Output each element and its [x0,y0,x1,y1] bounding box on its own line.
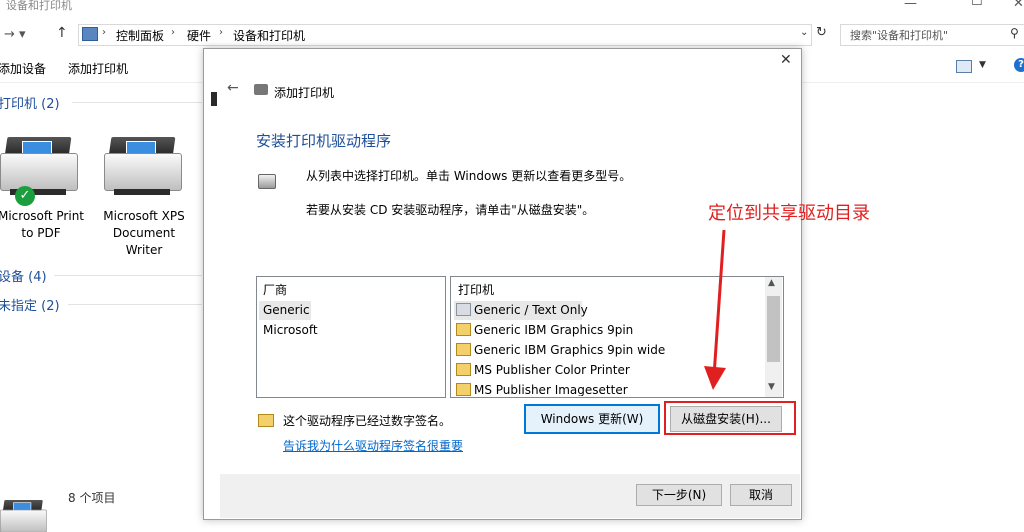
cancel-button[interactable]: 取消 [730,484,792,506]
divider [54,275,202,276]
maximize-icon[interactable]: ☐ [971,0,983,9]
list-item[interactable]: MS Publisher Color Printer [456,363,630,377]
windows-update-button[interactable]: Windows 更新(W) [524,404,660,434]
dialog-title: 添加打印机 [274,86,335,100]
window-title: 设备和打印机 [6,0,72,12]
divider [68,304,202,305]
minimize-icon[interactable]: — [904,0,917,11]
manufacturer-header: 厂商 [263,283,288,297]
signed-status-text: 这个驱动程序已经过数字签名。 [283,414,452,428]
breadcrumb-separator: › [219,27,223,38]
annotation-highlight-box [664,401,796,435]
list-item[interactable]: Generic [263,303,310,317]
close-icon[interactable]: ✕ [780,52,792,68]
title-bar [0,0,1024,18]
breadcrumb-devices-printers[interactable]: 设备和打印机 [233,27,305,44]
group-header-printers[interactable]: 打印机 (2) [0,93,60,112]
up-icon[interactable]: ↑ [56,25,68,41]
dialog-heading: 安装打印机驱动程序 [256,132,392,150]
device-label[interactable]: Microsoft XPS Document Writer [99,208,189,259]
search-placeholder: 搜索"设备和打印机" [850,29,949,42]
printer-header: 打印机 [458,283,495,297]
list-item[interactable]: Generic IBM Graphics 9pin wide [456,343,665,357]
breadcrumb-separator: › [102,27,106,38]
printer-icon [258,174,276,189]
list-item[interactable]: MS Publisher Imagesetter [456,383,628,396]
driver-icon [456,363,471,376]
add-printer-button[interactable]: 添加打印机 [68,60,128,77]
printer-icon[interactable] [0,137,78,197]
printer-icon [254,84,268,95]
close-window-icon[interactable]: ✕ [1013,0,1024,11]
scroll-down-icon[interactable]: ▼ [768,382,775,392]
scroll-up-icon[interactable]: ▲ [768,278,775,288]
breadcrumb-control-panel[interactable]: 控制面板 [116,27,164,44]
instruction-text: 若要从安装 CD 安装驱动程序，请单击"从磁盘安装"。 [306,203,595,217]
driver-icon [456,383,471,396]
divider [72,102,202,103]
item-count: 8 个项目 [68,491,116,505]
list-item[interactable]: Microsoft [263,323,318,337]
certificate-icon [258,414,274,427]
default-check-icon: ✓ [15,186,35,206]
signing-info-link[interactable]: 告诉我为什么驱动程序签名很重要 [283,437,463,454]
search-icon[interactable]: ⚲ [1010,26,1019,40]
next-button[interactable]: 下一步(N) [636,484,722,506]
group-header-devices[interactable]: 设备 (4) [0,266,47,285]
device-label[interactable]: Microsoft Print to PDF [0,208,86,242]
list-item[interactable]: Generic / Text Only [456,303,588,317]
breadcrumb-separator: › [171,27,175,38]
view-dropdown-icon[interactable]: ▼ [979,60,986,70]
driver-icon [456,343,471,356]
driver-icon [456,323,471,336]
refresh-icon[interactable]: ↻ [816,25,827,40]
back-arrow-icon[interactable]: ← [227,80,239,96]
printer-icon [0,500,47,532]
forward-icon[interactable]: → ▾ [4,27,26,42]
annotation-text: 定位到共享驱动目录 [708,203,870,224]
driver-icon [456,303,471,316]
annotation-arrow [704,229,726,390]
address-dropdown-icon[interactable]: ⌄ [800,27,808,38]
help-icon[interactable]: ? [1014,58,1024,72]
view-options-icon[interactable] [956,60,972,73]
instruction-text: 从列表中选择打印机。单击 Windows 更新以查看更多型号。 [306,169,632,183]
scrollbar-thumb[interactable] [767,296,780,362]
group-header-unspecified[interactable]: 未指定 (2) [0,295,60,314]
dialog-edge-icon [211,92,217,106]
printer-icon[interactable] [104,137,182,197]
add-device-button[interactable]: 添加设备 [0,60,46,77]
control-panel-icon [82,27,98,41]
breadcrumb-hardware[interactable]: 硬件 [187,27,211,44]
list-item[interactable]: Generic IBM Graphics 9pin [456,323,633,337]
